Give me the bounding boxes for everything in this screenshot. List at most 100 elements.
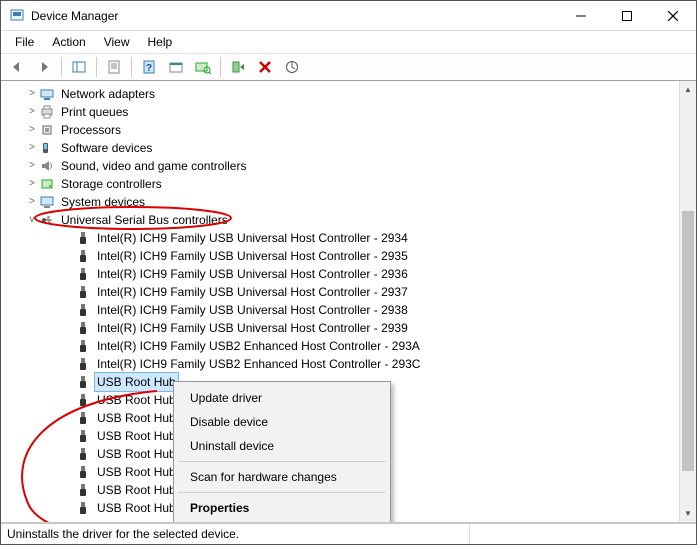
usb-icon (75, 356, 91, 372)
menubar: File Action View Help (1, 31, 696, 53)
tree-usb-child-0[interactable]: Intel(R) ICH9 Family USB Universal Host … (1, 229, 696, 247)
expand-toggle[interactable]: > (25, 103, 39, 121)
usb-icon (75, 428, 91, 444)
toolbar-separator (131, 57, 132, 77)
expand-toggle[interactable]: > (25, 139, 39, 157)
tree-usb-child-5[interactable]: Intel(R) ICH9 Family USB Universal Host … (1, 319, 696, 337)
tree-category-1[interactable]: >Print queues (1, 103, 696, 121)
help-button[interactable]: ? (137, 56, 161, 78)
expand-toggle[interactable]: v (25, 211, 39, 229)
scan-hardware-button[interactable] (191, 56, 215, 78)
tree-item-label: USB Root Hub (95, 445, 178, 463)
usb-icon (75, 500, 91, 516)
tree-item-label: System devices (59, 193, 147, 211)
tree-usb-child-3[interactable]: Intel(R) ICH9 Family USB Universal Host … (1, 283, 696, 301)
tree-category-0[interactable]: > Network adapters (1, 85, 696, 103)
toolbar-separator (220, 57, 221, 77)
usb-icon (75, 302, 91, 318)
tree-usb-child-7[interactable]: Intel(R) ICH9 Family USB2 Enhanced Host … (1, 355, 696, 373)
vertical-scrollbar[interactable]: ▲ ▼ (679, 81, 696, 522)
software-icon (39, 140, 55, 156)
minimize-button[interactable] (558, 1, 604, 31)
tree-item-label: Intel(R) ICH9 Family USB Universal Host … (95, 283, 410, 301)
scroll-thumb[interactable] (682, 211, 694, 471)
toolbar-separator (61, 57, 62, 77)
tree-item-label: Intel(R) ICH9 Family USB Universal Host … (95, 301, 410, 319)
svg-text:?: ? (146, 63, 152, 74)
ctx-separator (178, 492, 386, 493)
system-icon (39, 194, 55, 210)
ctx-uninstall-device[interactable]: Uninstall device (176, 434, 388, 458)
usb-icon (75, 446, 91, 462)
menu-view[interactable]: View (96, 33, 138, 51)
update-driver-button[interactable] (280, 56, 304, 78)
tree-category-2[interactable]: > Processors (1, 121, 696, 139)
menu-action[interactable]: Action (44, 33, 93, 51)
tree-category-3[interactable]: > Software devices (1, 139, 696, 157)
tree-usb-child-1[interactable]: Intel(R) ICH9 Family USB Universal Host … (1, 247, 696, 265)
tree-usb-child-2[interactable]: Intel(R) ICH9 Family USB Universal Host … (1, 265, 696, 283)
printer-icon (39, 104, 55, 120)
expand-toggle[interactable]: > (25, 193, 39, 211)
tree-usb-child-4[interactable]: Intel(R) ICH9 Family USB Universal Host … (1, 301, 696, 319)
statusbar-text: Uninstalls the driver for the selected d… (7, 524, 470, 544)
tree-category-4[interactable]: > Sound, video and game controllers (1, 157, 696, 175)
usb-icon (75, 230, 91, 246)
expand-toggle[interactable]: > (25, 85, 39, 103)
tree-item-label: Intel(R) ICH9 Family USB Universal Host … (95, 265, 410, 283)
statusbar-spacer (470, 524, 690, 544)
tree-category-5[interactable]: >Storage controllers (1, 175, 696, 193)
scroll-down-button[interactable]: ▼ (680, 505, 696, 522)
menu-file[interactable]: File (7, 33, 42, 51)
ctx-scan-hardware[interactable]: Scan for hardware changes (176, 465, 388, 489)
ctx-update-driver[interactable]: Update driver (176, 386, 388, 410)
tree-item-label: Universal Serial Bus controllers (59, 211, 230, 229)
tree-category-usb[interactable]: v Universal Serial Bus controllers (1, 211, 696, 229)
uninstall-device-button[interactable] (253, 56, 277, 78)
sound-icon (39, 158, 55, 174)
tree-category-6[interactable]: > System devices (1, 193, 696, 211)
tree-item-label: Software devices (59, 139, 154, 157)
tree-item-label: Processors (59, 121, 123, 139)
tree-item-label: Intel(R) ICH9 Family USB Universal Host … (95, 319, 410, 337)
back-button[interactable] (5, 56, 29, 78)
tree-item-label: Sound, video and game controllers (59, 157, 248, 175)
usb-icon (75, 266, 91, 282)
ctx-properties[interactable]: Properties (176, 496, 388, 520)
usb-icon (75, 374, 91, 390)
maximize-button[interactable] (604, 1, 650, 31)
cpu-icon (39, 122, 55, 138)
tree-item-label: Intel(R) ICH9 Family USB Universal Host … (95, 229, 410, 247)
action-button[interactable] (164, 56, 188, 78)
usb-cat-icon (39, 212, 55, 228)
tree-item-label: USB Root Hub (95, 481, 178, 499)
usb-icon (75, 392, 91, 408)
expand-toggle[interactable]: > (25, 121, 39, 139)
tree-item-label: Network adapters (59, 85, 157, 103)
usb-icon (75, 248, 91, 264)
ctx-separator (178, 461, 386, 462)
usb-icon (75, 464, 91, 480)
usb-icon (75, 482, 91, 498)
usb-icon (75, 410, 91, 426)
window-title: Device Manager (31, 9, 558, 23)
tree-usb-child-6[interactable]: Intel(R) ICH9 Family USB2 Enhanced Host … (1, 337, 696, 355)
menu-help[interactable]: Help (140, 33, 181, 51)
usb-icon (75, 338, 91, 354)
scroll-up-button[interactable]: ▲ (680, 81, 696, 98)
tree-item-label: Intel(R) ICH9 Family USB2 Enhanced Host … (95, 337, 422, 355)
network-icon (39, 86, 55, 102)
expand-toggle[interactable]: > (25, 175, 39, 193)
titlebar: Device Manager (1, 1, 696, 31)
show-hide-tree-button[interactable] (67, 56, 91, 78)
tree-item-label: USB Root Hub (95, 463, 178, 481)
toolbar-separator (96, 57, 97, 77)
ctx-disable-device[interactable]: Disable device (176, 410, 388, 434)
expand-toggle[interactable]: > (25, 157, 39, 175)
enable-device-button[interactable] (226, 56, 250, 78)
usb-icon (75, 284, 91, 300)
properties-button[interactable] (102, 56, 126, 78)
forward-button[interactable] (32, 56, 56, 78)
toolbar: ? (1, 53, 696, 81)
close-button[interactable] (650, 1, 696, 31)
